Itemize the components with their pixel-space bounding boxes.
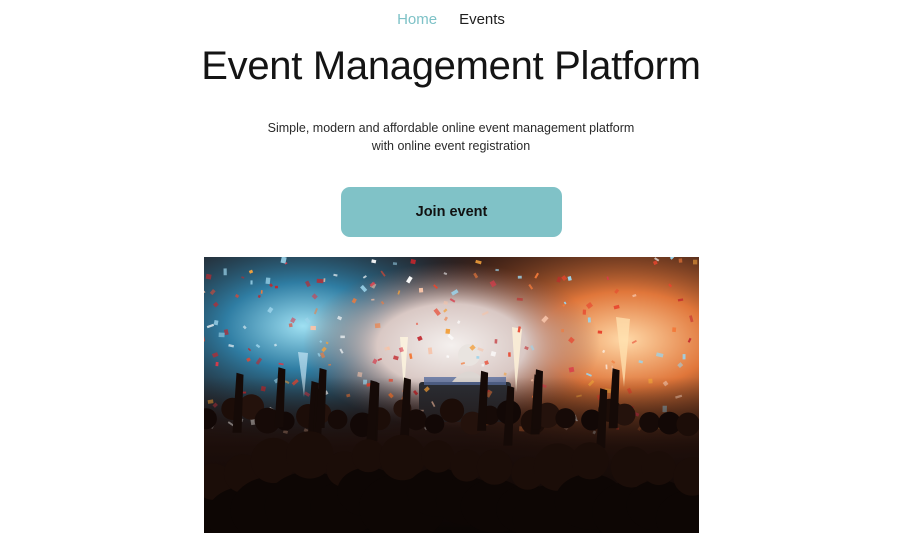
crowd-head	[439, 398, 465, 423]
confetti-piece	[693, 259, 698, 265]
crowd-head	[421, 440, 455, 473]
confetti-piece	[274, 285, 278, 289]
page-subtitle: Simple, modern and affordable online eve…	[0, 119, 902, 155]
confetti-piece	[392, 262, 398, 266]
confetti-piece	[582, 309, 587, 315]
confetti-piece	[587, 317, 591, 323]
confetti-piece	[445, 328, 451, 334]
confetti-piece	[481, 363, 485, 367]
concert-crowd-image	[204, 257, 699, 533]
subtitle-line-1: Simple, modern and affordable online eve…	[267, 121, 635, 135]
confetti-piece	[323, 278, 326, 282]
confetti-piece	[260, 290, 263, 294]
confetti-piece	[678, 258, 683, 263]
confetti-piece	[250, 280, 253, 285]
page-title: Event Management Platform	[201, 44, 701, 88]
crowd-head	[424, 414, 445, 434]
crowd-head	[641, 451, 676, 486]
confetti-piece	[476, 355, 480, 359]
confetti-piece	[265, 277, 271, 285]
crowd-head	[476, 449, 513, 485]
confetti-piece	[597, 330, 603, 334]
crowd-head	[639, 412, 660, 433]
confetti-piece	[371, 298, 375, 301]
join-event-button[interactable]: Join event	[341, 187, 562, 237]
confetti-piece	[682, 354, 686, 360]
confetti-piece	[340, 335, 345, 339]
top-nav: Home Events	[0, 11, 902, 28]
confetti-piece	[427, 347, 433, 355]
confetti-piece	[223, 268, 227, 276]
confetti-piece	[561, 329, 565, 333]
confetti-piece	[517, 275, 522, 279]
confetti-piece	[357, 371, 363, 378]
confetti-piece	[494, 339, 498, 344]
confetti-piece	[218, 332, 225, 338]
confetti-piece	[288, 323, 293, 328]
crowd-head	[571, 442, 609, 480]
confetti-piece	[508, 352, 511, 357]
confetti-piece	[443, 300, 448, 305]
crowd-head	[676, 412, 699, 437]
confetti-piece	[516, 297, 523, 301]
confetti-piece	[503, 372, 507, 376]
confetti-piece	[495, 268, 499, 272]
confetti-piece	[568, 366, 575, 373]
confetti-piece	[605, 364, 608, 370]
crowd-head	[327, 409, 348, 430]
hero-image	[204, 257, 699, 533]
confetti-piece	[205, 273, 212, 280]
confetti-piece	[215, 361, 219, 367]
confetti-piece	[310, 325, 316, 331]
confetti-piece	[374, 323, 381, 329]
confetti-piece	[415, 322, 419, 326]
subtitle-line-2: with online event registration	[371, 139, 531, 153]
crowd-head	[555, 408, 576, 429]
crowd-head	[286, 431, 334, 479]
nav-link-events[interactable]: Events	[459, 11, 505, 28]
nav-link-home[interactable]: Home	[397, 11, 437, 28]
confetti-piece	[316, 278, 324, 284]
confetti-piece	[672, 327, 677, 333]
landing-page: Home Events Event Management Platform Si…	[0, 0, 912, 550]
confetti-piece	[418, 287, 424, 293]
